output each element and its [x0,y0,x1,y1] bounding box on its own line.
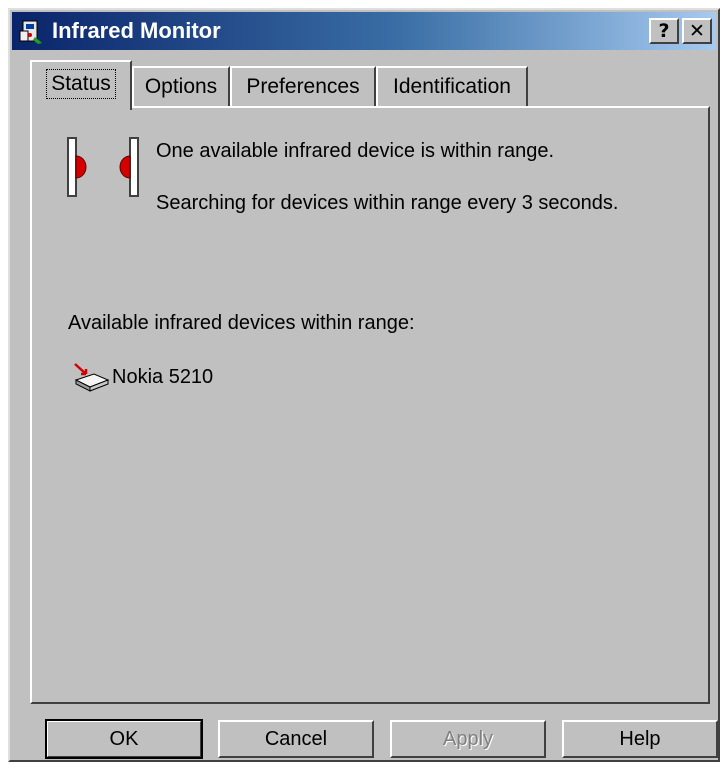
infrared-device-icon [72,362,110,392]
tab-options-label: Options [144,75,218,98]
window-title: Infrared Monitor [52,18,221,43]
help-dialog-button[interactable]: Help [562,720,718,758]
infrared-range-icon [66,136,140,198]
tab-preferences[interactable]: Preferences [230,66,376,106]
infrared-monitor-window: Infrared Monitor ? ✕ Status Options Pref… [8,8,720,762]
cancel-button[interactable]: Cancel [218,720,374,758]
title-bar[interactable]: Infrared Monitor ? ✕ [12,12,716,50]
search-interval-message: Searching for devices within range every… [156,192,619,214]
tab-identification[interactable]: Identification [376,66,528,106]
tab-identification-label: Identification [393,75,511,98]
apply-button[interactable]: Apply [390,720,546,758]
tab-preferences-label: Preferences [246,75,360,98]
ok-button[interactable]: OK [45,719,203,759]
tab-status-label: Status [46,69,116,99]
list-item[interactable]: Nokia 5210 [72,360,213,394]
devices-list-label: Available infrared devices within range: [68,312,415,334]
infrared-monitor-icon [18,17,44,45]
help-button[interactable]: ? [649,18,679,44]
tab-status[interactable]: Status [30,60,132,110]
close-button[interactable]: ✕ [682,18,712,44]
status-message: One available infrared device is within … [156,140,554,162]
tab-options[interactable]: Options [132,66,230,106]
status-panel: One available infrared device is within … [30,106,710,704]
device-name: Nokia 5210 [112,365,214,388]
